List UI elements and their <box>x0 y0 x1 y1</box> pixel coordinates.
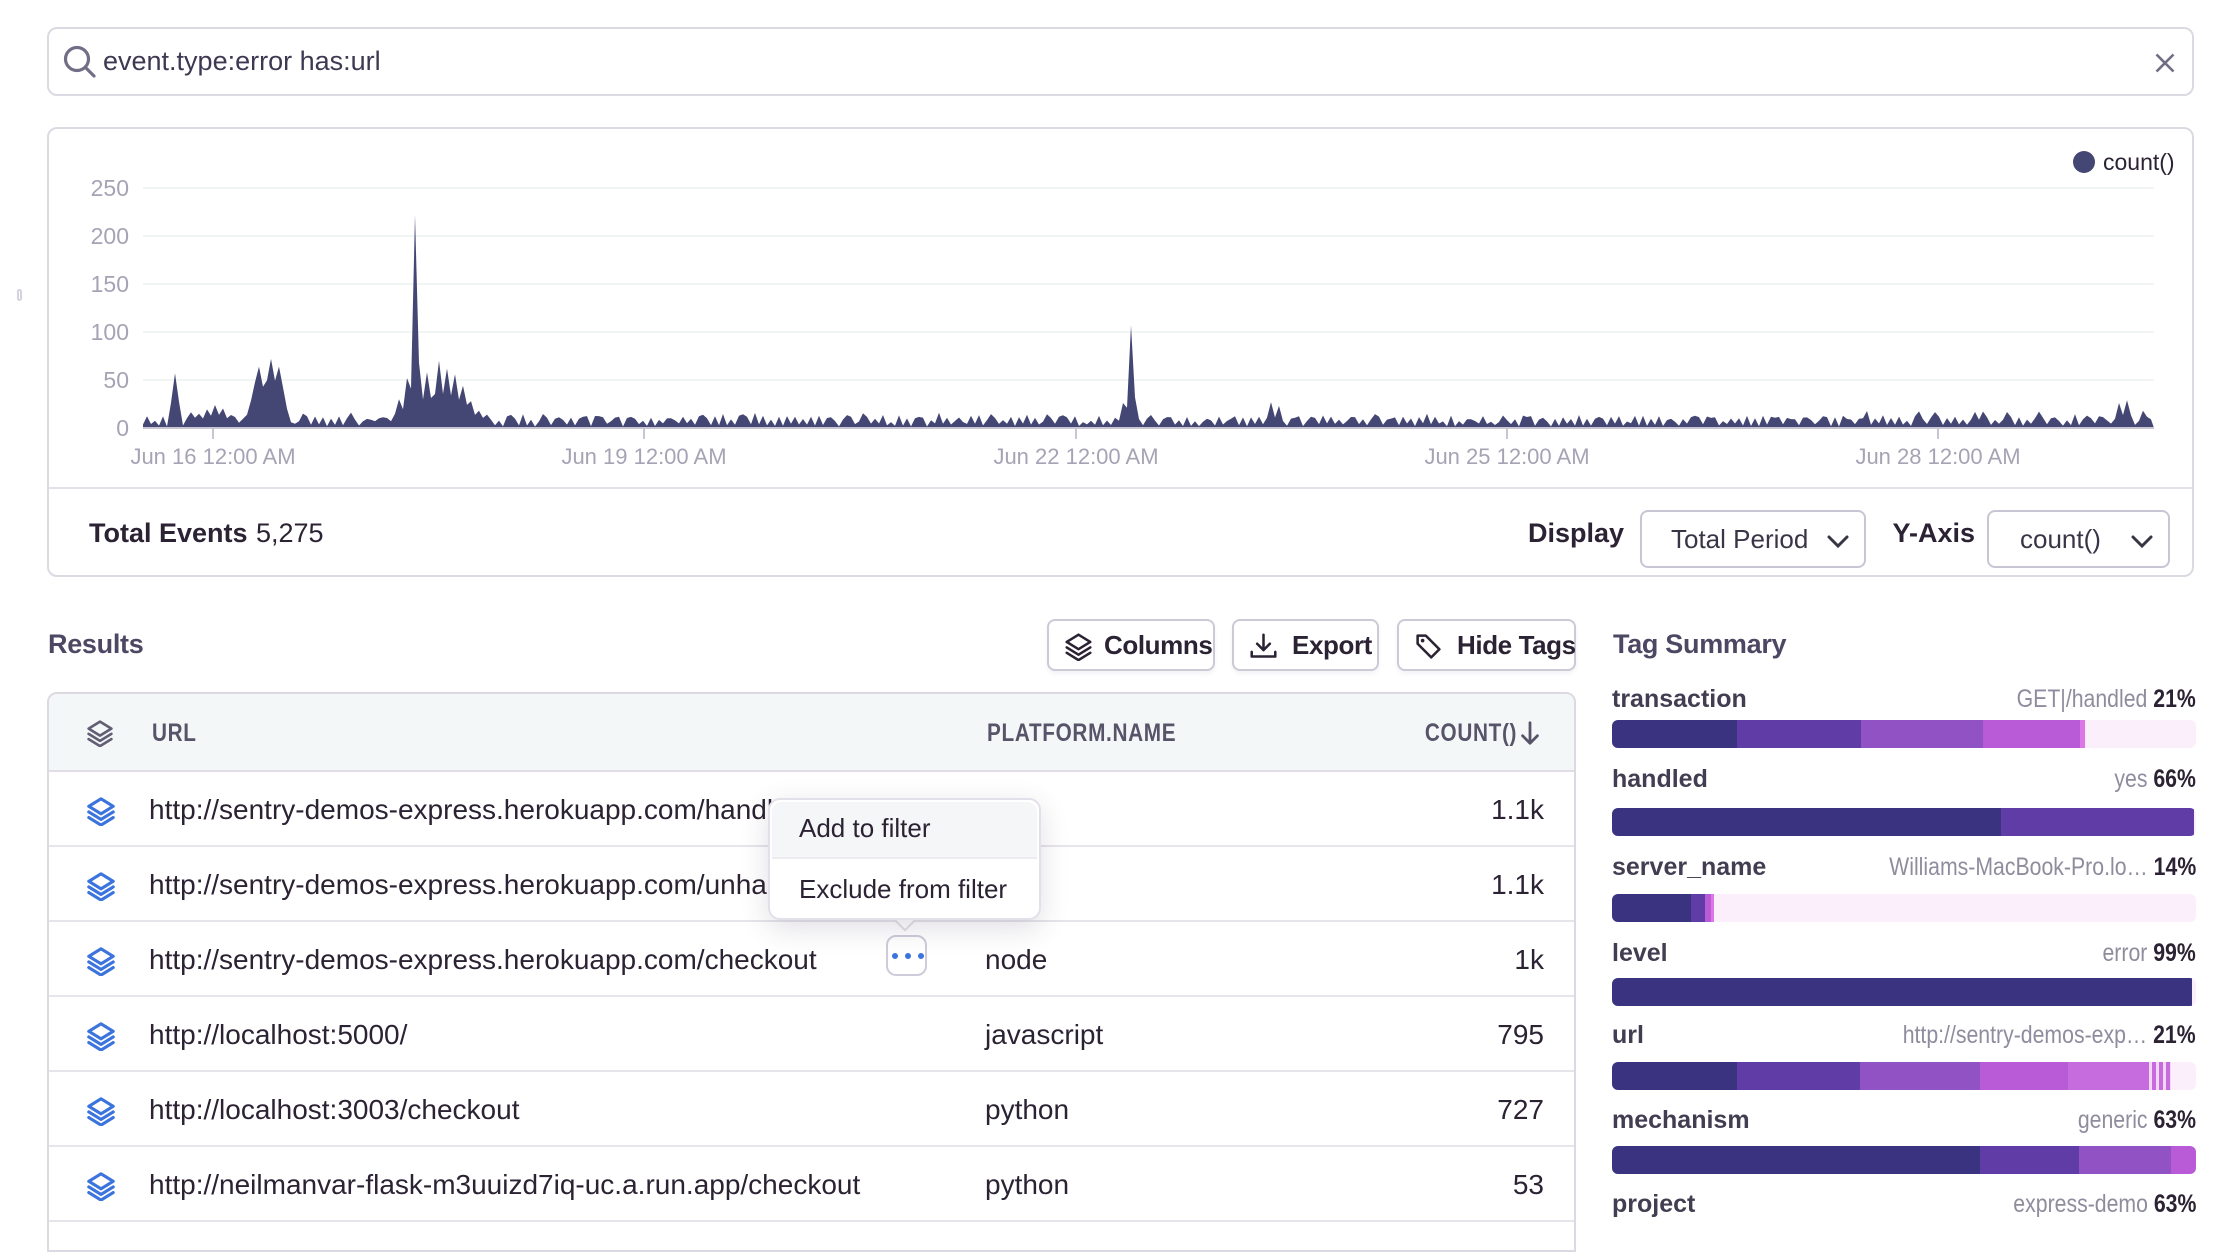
svg-text:Jun 19 12:00 AM: Jun 19 12:00 AM <box>561 444 726 469</box>
svg-text:250: 250 <box>91 175 129 201</box>
svg-text:50: 50 <box>103 367 129 393</box>
svg-text:200: 200 <box>91 223 129 249</box>
svg-text:150: 150 <box>91 271 129 297</box>
svg-text:100: 100 <box>91 319 129 345</box>
svg-text:Jun 28 12:00 AM: Jun 28 12:00 AM <box>1855 444 2020 469</box>
svg-text:Jun 16 12:00 AM: Jun 16 12:00 AM <box>130 444 295 469</box>
svg-text:count(): count() <box>2103 149 2175 175</box>
svg-text:0: 0 <box>116 415 129 441</box>
svg-text:Jun 25 12:00 AM: Jun 25 12:00 AM <box>1424 444 1589 469</box>
svg-text:Jun 22 12:00 AM: Jun 22 12:00 AM <box>993 444 1158 469</box>
